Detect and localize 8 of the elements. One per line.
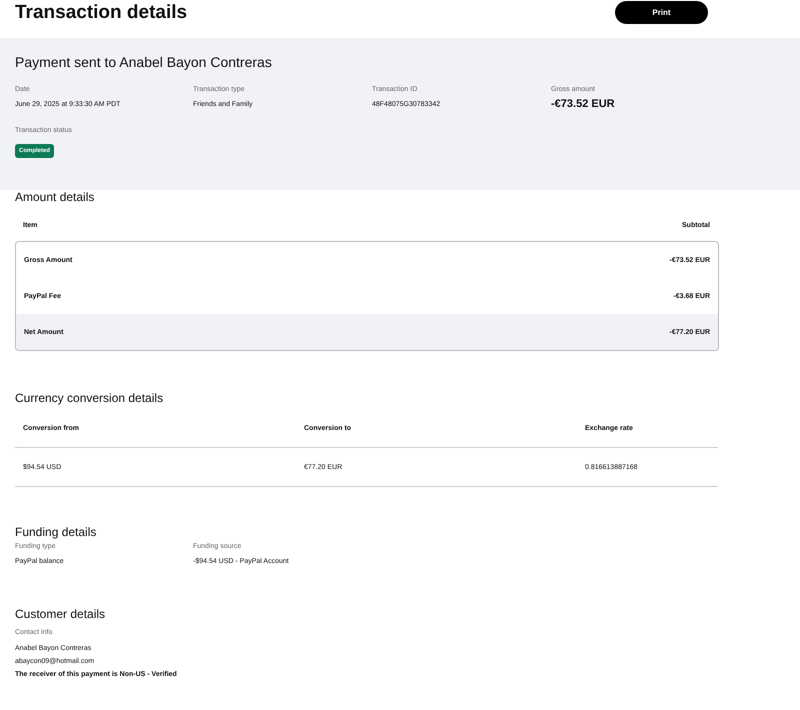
section-title: Currency conversion details (15, 391, 164, 405)
gross-amount: -€73.52 EUR (551, 98, 616, 110)
section-title: Amount details (15, 190, 96, 204)
print-button[interactable]: Print (615, 0, 708, 24)
payment-title: Payment sent to Anabel Bayon Contreras (15, 54, 273, 70)
section-title: Customer details (15, 607, 106, 621)
section-title: Funding details (15, 525, 98, 539)
page-title: Transaction details (15, 2, 188, 24)
